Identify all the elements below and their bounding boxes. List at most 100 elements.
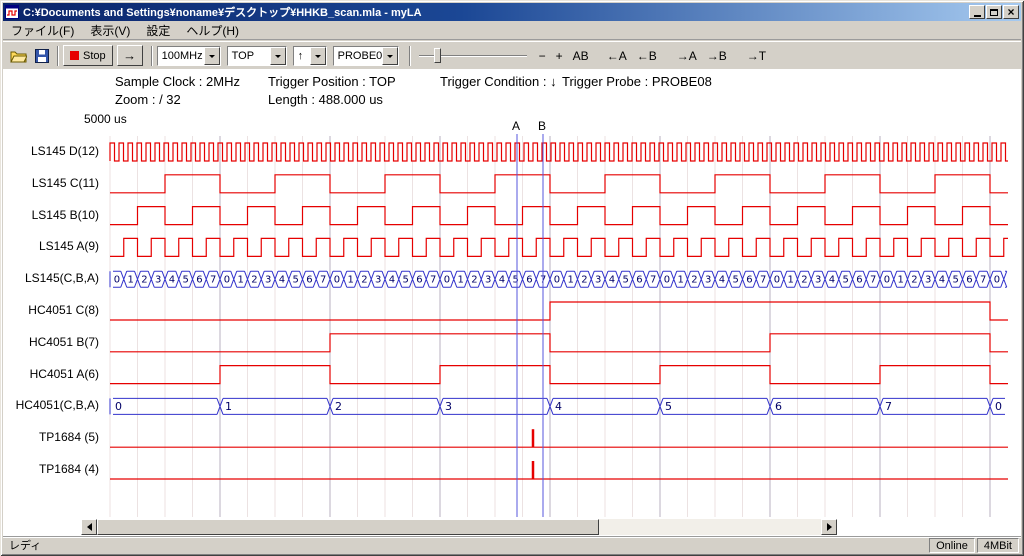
jump-left-b-button[interactable]: ←B (633, 47, 661, 65)
svg-text:2: 2 (141, 275, 147, 286)
svg-text:5: 5 (732, 275, 738, 286)
waveform-trace-3 (110, 238, 1008, 256)
menu-help[interactable]: ヘルプ(H) (178, 20, 247, 41)
svg-text:0: 0 (444, 275, 450, 286)
chevron-down-icon[interactable] (382, 47, 398, 65)
trigger-edge-select[interactable]: ↑ (293, 46, 327, 66)
stop-button-label: Stop (83, 50, 106, 62)
zoom-slider[interactable] (419, 45, 527, 67)
svg-text:0: 0 (994, 275, 1000, 286)
timebase-label: 5000 us (84, 112, 127, 126)
scroll-right-button[interactable] (821, 519, 837, 535)
ab-cursor-button[interactable]: AB (569, 47, 593, 65)
svg-text:1: 1 (127, 275, 133, 286)
svg-text:7: 7 (650, 275, 656, 286)
menu-view[interactable]: 表示(V) (82, 20, 138, 41)
svg-text:7: 7 (870, 275, 876, 286)
jump-trigger-button[interactable]: →T (743, 47, 770, 65)
svg-text:7: 7 (980, 275, 986, 286)
svg-text:5: 5 (842, 275, 848, 286)
svg-text:3: 3 (925, 275, 931, 286)
chevron-down-icon[interactable] (204, 47, 220, 65)
svg-text:4: 4 (609, 275, 615, 286)
svg-text:2: 2 (691, 275, 697, 286)
zoom-slider-handle[interactable] (434, 48, 441, 63)
svg-text:0: 0 (554, 275, 560, 286)
waveform-trace-2 (110, 207, 1008, 225)
waveform-trace-6 (110, 334, 1008, 352)
scroll-left-button[interactable] (81, 519, 97, 535)
horizontal-scrollbar[interactable] (81, 519, 837, 535)
svg-text:2: 2 (911, 275, 917, 286)
waveform-trace-4: 0123456701234567012345670123456701234567… (110, 271, 1007, 287)
waveform-trace-7 (110, 366, 1008, 384)
svg-text:1: 1 (567, 275, 573, 286)
svg-text:3: 3 (155, 275, 161, 286)
menu-file[interactable]: ファイル(F) (3, 20, 82, 41)
sample-clock-select[interactable]: 100MHz (157, 46, 221, 66)
waveform-trace-0 (110, 143, 1008, 161)
zoom-in-button[interactable]: + (552, 47, 567, 65)
waveform-trace-9 (110, 429, 1008, 447)
trigger-position-select-value: TOP (228, 47, 270, 65)
app-icon (5, 5, 19, 19)
svg-text:5: 5 (622, 275, 628, 286)
jump-right-a-button[interactable]: →A (673, 47, 701, 65)
scroll-right-icon (827, 523, 836, 531)
trigger-probe-info: Trigger Probe : PROBE08 (562, 74, 712, 89)
trigger-probe-select[interactable]: PROBE00 (333, 46, 399, 66)
window-title: C:¥Documents and Settings¥noname¥デスクトップ¥… (23, 4, 968, 20)
close-button[interactable]: × (1003, 5, 1019, 19)
svg-text:3: 3 (595, 275, 601, 286)
svg-text:3: 3 (815, 275, 821, 286)
maximize-button[interactable] (986, 5, 1002, 19)
svg-text:5: 5 (665, 400, 672, 413)
svg-text:4: 4 (169, 275, 175, 286)
floppy-save-icon (35, 49, 49, 63)
svg-text:6: 6 (196, 275, 202, 286)
jump-left-a-button[interactable]: ←A (603, 47, 631, 65)
svg-text:0: 0 (664, 275, 670, 286)
svg-text:0: 0 (114, 275, 120, 286)
svg-text:4: 4 (939, 275, 945, 286)
svg-text:1: 1 (787, 275, 793, 286)
menu-settings[interactable]: 設定 (138, 20, 178, 41)
open-file-button[interactable] (7, 45, 30, 67)
svg-text:4: 4 (279, 275, 285, 286)
svg-text:6: 6 (966, 275, 972, 286)
save-file-button[interactable] (30, 45, 53, 67)
stop-button[interactable]: Stop (63, 45, 113, 66)
svg-text:3: 3 (375, 275, 381, 286)
zoom-out-button[interactable]: − (535, 47, 550, 65)
chevron-down-icon[interactable] (270, 47, 286, 65)
trigger-probe-select-value: PROBE00 (334, 47, 382, 65)
svg-text:7: 7 (885, 400, 892, 413)
svg-text:2: 2 (471, 275, 477, 286)
trigger-position-info: Trigger Position : TOP (268, 74, 396, 89)
svg-text:6: 6 (526, 275, 532, 286)
svg-text:4: 4 (829, 275, 835, 286)
svg-text:5: 5 (512, 275, 518, 286)
waveform-canvas: 0123456701234567012345670123456701234567… (0, 130, 1018, 525)
trigger-condition-info: Trigger Condition : ↓ (440, 74, 557, 89)
statusbar: レディ Online 4MBit (3, 536, 1021, 553)
chevron-down-icon[interactable] (310, 47, 326, 65)
minimize-button[interactable] (969, 5, 985, 19)
run-button[interactable]: → (117, 45, 143, 66)
scrollbar-track[interactable] (599, 519, 821, 535)
svg-text:1: 1 (237, 275, 243, 286)
titlebar[interactable]: C:¥Documents and Settings¥noname¥デスクトップ¥… (3, 3, 1021, 21)
svg-text:6: 6 (306, 275, 312, 286)
svg-text:4: 4 (389, 275, 395, 286)
toolbar-separator (57, 46, 59, 66)
svg-text:7: 7 (320, 275, 326, 286)
svg-text:0: 0 (224, 275, 230, 286)
svg-text:7: 7 (760, 275, 766, 286)
svg-text:3: 3 (445, 400, 452, 413)
toolbar: Stop → 100MHz TOP ↑ PROBE00 −+AB ←A←B →A→B… (3, 41, 1021, 69)
trigger-position-select[interactable]: TOP (227, 46, 287, 66)
scrollbar-thumb[interactable] (97, 519, 599, 535)
jump-right-b-button[interactable]: →B (703, 47, 731, 65)
minimize-icon (974, 15, 981, 17)
sample-clock-info: Sample Clock : 2MHz (115, 74, 240, 89)
